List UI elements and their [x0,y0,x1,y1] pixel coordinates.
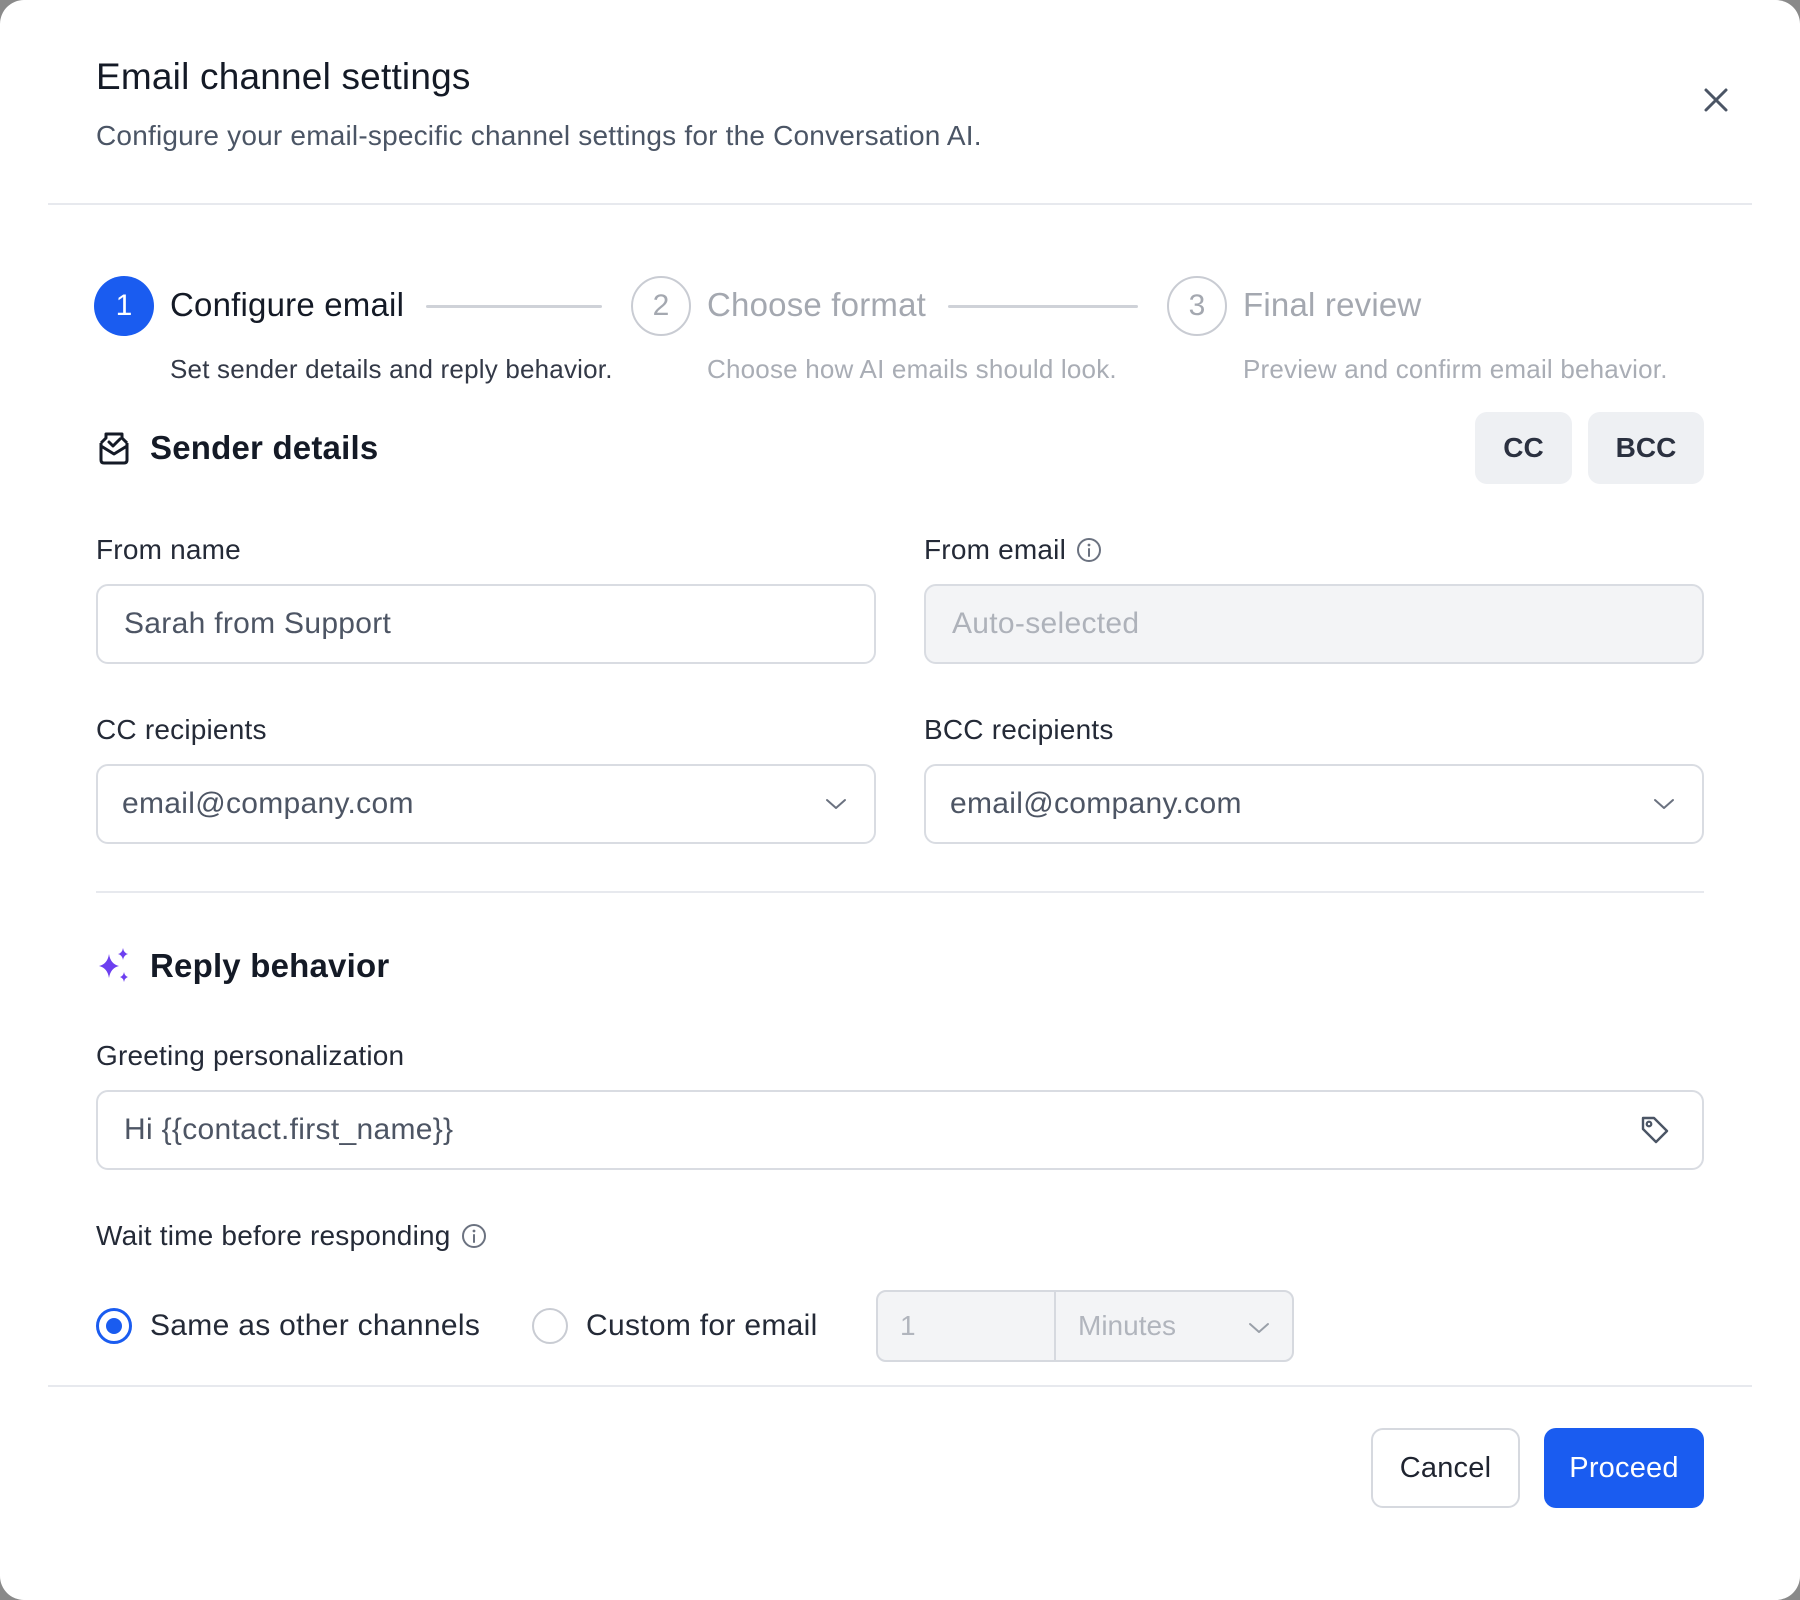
greeting-label-text: Greeting personalization [96,1040,405,1071]
from-name-label: From name [96,534,241,566]
from-email-label-text: From email [924,534,1067,565]
modal-header: Email channel settings Configure your em… [96,56,1704,156]
proceed-button[interactable]: Proceed [1544,1428,1704,1508]
from-name-label-text: From name [96,534,241,565]
radio-label: Custom for email [586,1309,818,1342]
step-3-number[interactable]: 3 [1167,276,1227,336]
stepper: 1 Configure email Set sender details and… [94,276,1704,386]
chevron-down-icon [822,790,850,818]
step-connector-1 [426,305,602,308]
cc-recipients-value: email@company.com [122,787,414,820]
from-email-input: Auto-selected [924,584,1704,664]
sender-details-title: Sender details [150,429,379,466]
radio-same-as-other-channels[interactable]: Same as other channels [96,1308,480,1344]
cancel-button[interactable]: Cancel [1371,1428,1520,1508]
step-1-description: Set sender details and reply behavior. [170,354,613,384]
bcc-recipients-select[interactable]: email@company.com [924,764,1704,844]
radio-button[interactable] [532,1308,568,1344]
info-icon[interactable] [1076,537,1102,563]
header-divider [48,203,1752,205]
modal-subtitle: Configure your email-specific channel se… [96,120,982,151]
radio-button-checked[interactable] [96,1308,132,1344]
greeting-label: Greeting personalization [96,1040,404,1072]
wait-time-label: Wait time before responding [96,1220,487,1252]
sender-details-header: Sender details [94,428,378,468]
bcc-recipients-label-text: BCC recipients [924,714,1114,745]
cc-recipients-select[interactable]: email@company.com [96,764,876,844]
reply-behavior-title: Reply behavior [150,947,390,984]
chevron-down-icon [1248,1310,1270,1342]
from-name-input[interactable]: Sarah from Support [96,584,876,664]
wait-time-input-group: 1 Minutes [876,1290,1294,1362]
wait-amount-input: 1 [878,1292,1056,1360]
from-email-label: From email [924,534,1102,566]
step-2-description: Choose how AI emails should look. [707,354,1117,384]
cc-toggle-button[interactable]: CC [1475,412,1572,484]
wait-unit-value: Minutes [1078,1310,1177,1341]
step-2-title[interactable]: Choose format [707,286,926,324]
cc-recipients-label: CC recipients [96,714,267,746]
wait-time-label-text: Wait time before responding [96,1220,451,1251]
greeting-value: Hi {{contact.first_name}} [124,1113,454,1146]
step-connector-2 [948,305,1138,308]
step-1-title[interactable]: Configure email [170,286,404,324]
step-3-title[interactable]: Final review [1243,286,1421,324]
reply-behavior-header: Reply behavior [94,946,389,986]
tag-icon[interactable] [1638,1113,1672,1147]
step-3-description: Preview and confirm email behavior. [1243,354,1668,384]
step-2-number[interactable]: 2 [631,276,691,336]
from-email-placeholder: Auto-selected [952,607,1140,640]
email-channel-settings-modal: Email channel settings Configure your em… [0,0,1800,1600]
greeting-input[interactable]: Hi {{contact.first_name}} [96,1090,1704,1170]
from-name-value: Sarah from Support [124,607,392,640]
info-icon[interactable] [461,1223,487,1249]
chevron-down-icon [1650,790,1678,818]
bcc-toggle-button[interactable]: BCC [1588,412,1704,484]
modal-title: Email channel settings [96,56,471,97]
step-1-number[interactable]: 1 [94,276,154,336]
cc-recipients-label-text: CC recipients [96,714,267,745]
envelope-check-icon [94,428,134,468]
footer-divider [48,1385,1752,1387]
bcc-recipients-label: BCC recipients [924,714,1114,746]
section-divider [96,891,1704,893]
radio-label: Same as other channels [150,1309,481,1342]
radio-custom-for-email[interactable]: Custom for email [532,1308,818,1344]
wait-unit-select: Minutes [1056,1292,1292,1360]
sparkles-icon [94,946,134,986]
close-icon [1704,88,1728,112]
bcc-recipients-value: email@company.com [950,787,1242,820]
close-button[interactable] [1700,84,1732,116]
